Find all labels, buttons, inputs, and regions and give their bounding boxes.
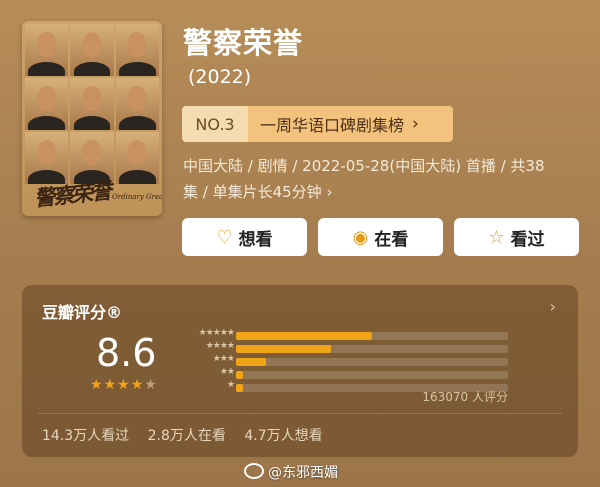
divider xyxy=(38,413,562,414)
rank-number: NO.3 xyxy=(182,106,248,142)
star-filled-icon: ★ xyxy=(90,377,104,393)
watermark: @东邪西媚 xyxy=(244,462,338,482)
chevron-right-icon[interactable]: › xyxy=(550,297,556,316)
star-outline-icon: ☆ xyxy=(488,226,505,248)
rank-list-label: 一周华语口碑剧集榜 xyxy=(260,116,405,135)
rating-score: 8.6 xyxy=(96,331,157,375)
poster-cast-grid xyxy=(25,24,159,184)
distribution-stars: ★ xyxy=(226,380,235,390)
target-circle-icon: ◉ xyxy=(352,226,369,248)
show-title: 警察荣誉 xyxy=(183,26,304,60)
poster-cast-photo xyxy=(25,24,69,76)
watching-button[interactable]: ◉ 在看 xyxy=(318,218,443,256)
distribution-bar xyxy=(236,358,266,366)
poster-subtitle: Ordinary Greatness xyxy=(112,193,162,201)
chevron-right-icon: › xyxy=(412,114,419,134)
watching-label: 在看 xyxy=(374,229,409,250)
want-to-watch-label: 想看 xyxy=(238,229,273,250)
star-filled-icon: ★ xyxy=(117,377,131,393)
show-meta[interactable]: 中国大陆 / 剧情 / 2022-05-28(中国大陆) 首播 / 共38 集 … xyxy=(183,153,573,205)
distribution-stars: ★★ xyxy=(219,367,235,377)
show-poster[interactable]: 警察荣誉 Ordinary Greatness xyxy=(22,21,162,216)
distribution-track xyxy=(236,371,508,379)
poster-title: 警察荣誉 xyxy=(32,178,112,211)
action-bar: ♡ 想看 ◉ 在看 ☆ 看过 xyxy=(182,218,580,256)
star-filled-icon: ★ xyxy=(130,377,145,393)
watched-count: 14.3万人看过 xyxy=(42,428,130,444)
distribution-bar xyxy=(236,345,332,353)
poster-cast-photo xyxy=(70,24,114,76)
poster-cast-photo xyxy=(115,132,159,184)
star-filled-icon: ★ xyxy=(103,377,118,393)
watch-stats: 14.3万人看过 2.8万人在看 4.7万人想看 xyxy=(42,425,337,445)
distribution-track xyxy=(236,332,508,340)
watched-button[interactable]: ☆ 看过 xyxy=(454,218,579,256)
poster-cast-photo xyxy=(115,78,159,130)
distribution-track xyxy=(236,358,508,366)
show-year: (2022) xyxy=(188,66,252,88)
ranking-badge[interactable]: NO.3 一周华语口碑剧集榜 › xyxy=(182,106,453,142)
distribution-bar xyxy=(236,371,243,379)
watched-label: 看过 xyxy=(510,229,545,250)
rating-panel[interactable]: 豆瓣评分® › 8.6 ★★★★★ ★★★★★ ★★★★ ★★★ ★★ ★ 163070… xyxy=(22,285,578,457)
poster-cast-photo xyxy=(25,132,69,184)
meta-line: 中国大陆 / 剧情 / 2022-05-28(中国大陆) 首播 / 共38 xyxy=(183,157,545,175)
distribution-stars: ★★★★ xyxy=(205,341,235,351)
watermark-text: @东邪西媚 xyxy=(268,465,338,481)
distribution-stars: ★★★ xyxy=(212,354,235,364)
weibo-logo-icon xyxy=(244,463,264,479)
distribution-track xyxy=(236,345,508,353)
meta-line: 集 / 单集片长45分钟 › xyxy=(183,183,333,201)
star-partial-icon: ★ xyxy=(144,377,158,393)
rating-title: 豆瓣评分® xyxy=(42,303,123,322)
distribution-stars: ★★★★★ xyxy=(198,328,235,338)
poster-cast-photo xyxy=(70,78,114,130)
rating-stars: ★★★★★ xyxy=(90,377,158,393)
want-count: 4.7万人想看 xyxy=(244,428,323,444)
poster-cast-photo xyxy=(25,78,69,130)
rank-list[interactable]: 一周华语口碑剧集榜 › xyxy=(248,106,453,142)
heart-plus-icon: ♡ xyxy=(216,226,233,248)
want-to-watch-button[interactable]: ♡ 想看 xyxy=(182,218,307,256)
distribution-row: ★★ xyxy=(174,367,514,381)
rating-count: 163070 人评分 xyxy=(422,390,508,404)
distribution-bar xyxy=(236,384,243,392)
distribution-bar xyxy=(236,332,372,340)
watching-count: 2.8万人在看 xyxy=(147,428,226,444)
poster-cast-photo xyxy=(115,24,159,76)
